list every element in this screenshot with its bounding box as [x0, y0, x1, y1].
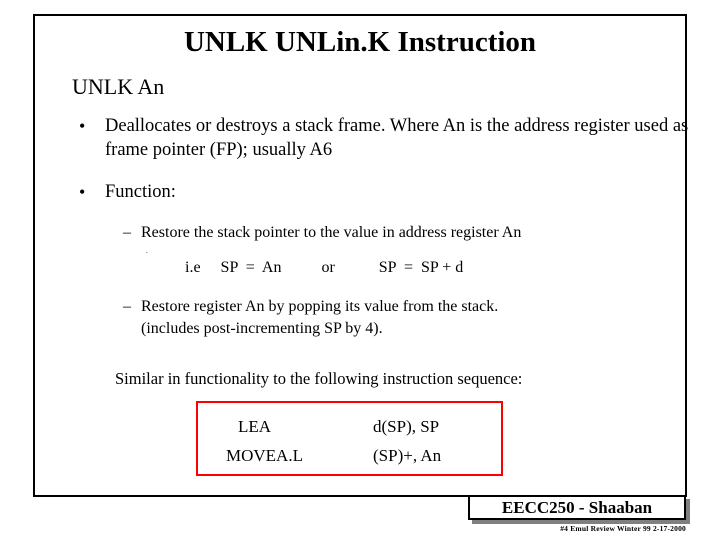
- bullet-item-function: • Function:: [79, 180, 499, 204]
- bullet-marker-icon: •: [79, 182, 86, 202]
- dash-marker-icon: –: [123, 298, 131, 315]
- dash-marker-icon: –: [123, 224, 131, 241]
- similar-functionality-note: Similar in functionality to the followin…: [115, 369, 523, 388]
- footer-label: EECC250 - Shaaban: [501, 498, 653, 517]
- footer-note: #4 Emul Review Winter 99 2-17-2000: [560, 524, 686, 533]
- footer-shadow-right: [686, 499, 690, 524]
- sub-bullet-text: Restore the stack pointer to the value i…: [141, 224, 522, 241]
- code-operand: (SP)+, An: [373, 446, 442, 465]
- ie-equation-line: i.e SP = An or SP = SP + d: [185, 259, 464, 276]
- code-operand: d(SP), SP: [373, 417, 440, 436]
- sub-bullet-restore-register: – Restore register An by popping its val…: [123, 296, 683, 317]
- footer-badge: EECC250 - Shaaban: [468, 495, 686, 520]
- code-mnemonic: LEA: [238, 417, 272, 436]
- tiny-mark: .: [146, 247, 148, 255]
- post-increment-note: (includes post-incrementing SP by 4).: [141, 320, 383, 337]
- bullet-text: Function:: [105, 182, 176, 202]
- slide: UNLK UNLin.K Instruction UNLK An • Deall…: [0, 0, 720, 540]
- page-title: UNLK UNLin.K Instruction: [183, 26, 537, 58]
- code-sequence-box: LEA d(SP), SP MOVEA.L (SP)+, An: [196, 401, 503, 476]
- bullet-item-deallocates: • Deallocates or destroys a stack frame.…: [79, 114, 689, 162]
- sub-bullet-text: Restore register An by popping its value…: [141, 298, 499, 315]
- bullet-marker-icon: •: [79, 116, 86, 136]
- sub-bullet-restore-stack-pointer: – Restore the stack pointer to the value…: [123, 222, 683, 243]
- instruction-subheading: UNLK An: [72, 74, 165, 99]
- code-mnemonic: MOVEA.L: [226, 446, 303, 465]
- slide-content-frame: UNLK UNLin.K Instruction UNLK An • Deall…: [33, 14, 689, 497]
- bullet-text: Deallocates or destroys a stack frame. W…: [105, 116, 689, 160]
